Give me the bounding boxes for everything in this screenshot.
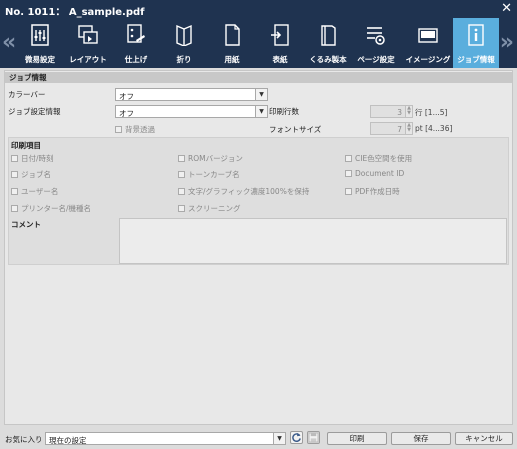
finishing-icon [127,24,145,43]
save-button[interactable]: 保存 [391,432,451,445]
tab-finishing[interactable]: 仕上げ [113,18,159,68]
tab-quick-settings[interactable]: 微易設定 [17,18,63,68]
print-item-checkbox[interactable]: プリンター名/機種名 [11,203,91,214]
bg-transparent-checkbox[interactable]: 背景透過 [115,124,155,135]
tab-fold[interactable]: 折り [161,18,207,68]
favorites-label: お気に入り [5,435,43,444]
chevron-down-icon: ▼ [273,433,285,444]
quick-settings-icon [31,24,49,46]
print-lines-stepper[interactable]: ▲ ▼ [405,105,413,118]
paper-icon [225,24,240,46]
tab-label: レイアウト [69,55,107,64]
fold-icon [176,24,192,46]
comment-label: コメント [11,220,41,229]
refresh-button[interactable] [290,431,303,444]
scroll-left-icon[interactable]: « [2,30,16,55]
save-favorite-button[interactable] [307,431,320,444]
comment-textarea[interactable] [119,218,507,264]
tab-label: 折り [176,55,192,64]
print-lines-label: 印刷行数 [269,107,299,116]
footer-bar: お気に入り 現在の設定 ▼ 印刷 保存 キャンセル [0,426,517,449]
perfect-binding-icon [321,25,336,46]
tab-label: くるみ製本 [309,55,347,64]
job-setting-info-label: ジョブ設定情報 [8,107,61,116]
cancel-button[interactable]: キャンセル [455,432,513,445]
print-item-checkbox[interactable]: ジョブ名 [11,169,51,180]
print-item-checkbox[interactable]: 文字/グラフィック濃度100%を保持 [178,186,309,197]
font-size-field[interactable]: 7 [370,122,406,135]
cover-icon [271,24,289,46]
refresh-icon [292,432,301,442]
chevron-down-icon: ▼ [255,106,267,117]
tab-job-info[interactable]: ジョブ情報 [453,18,499,68]
color-bar-value: オフ [119,92,134,101]
print-button[interactable]: 印刷 [327,432,387,445]
job-setting-info-value: オフ [119,109,134,118]
bg-transparent-label: 背景透過 [125,125,155,134]
print-item-checkbox[interactable]: PDF作成日時 [345,186,400,197]
scroll-right-icon[interactable]: » [500,30,514,55]
print-items-group: 印刷項目 日付/時刻 ROMバージョン CIE色空間を使用 ジョブ名 トーンカー… [8,137,509,265]
favorites-select[interactable]: 現在の設定 ▼ [45,432,286,445]
print-item-checkbox[interactable]: スクリーニング [178,203,241,214]
job-info-panel: ジョブ情報 カラーバー オフ ▼ ジョブ設定情報 オフ ▼ 印刷行数 3 ▲ ▼ … [4,70,513,425]
job-info-section-header: ジョブ情報 [5,72,512,83]
print-lines-unit: 行 [1...5] [415,108,448,117]
tab-imaging[interactable]: イメージング [405,18,451,68]
font-size-value: 7 [397,125,402,134]
favorites-value: 現在の設定 [49,436,87,445]
tab-label: ページ設定 [357,55,395,64]
print-lines-value: 3 [397,108,402,117]
tab-page-settings[interactable]: ページ設定 [353,18,399,68]
window-title: No. 1011： A_sample.pdf [5,7,145,18]
tab-cover[interactable]: 表紙 [257,18,303,68]
color-bar-label: カラーバー [8,90,46,99]
color-bar-select[interactable]: オフ ▼ [115,88,268,101]
tab-label: 仕上げ [124,55,148,64]
print-item-checkbox[interactable]: CIE色空間を使用 [345,153,412,164]
settings-toolbar: « 微易設定 レイアウト 仕上げ 折り 用紙 表紙 くるみ製本 ページ設定 イメ… [0,18,517,68]
print-lines-field[interactable]: 3 [370,105,406,118]
close-icon[interactable]: ✕ [501,1,512,16]
tab-paper[interactable]: 用紙 [209,18,255,68]
print-item-checkbox[interactable]: トーンカーブ名 [178,169,240,180]
font-size-unit: pt [4...36] [415,124,453,133]
print-item-checkbox[interactable]: 日付/時刻 [11,153,54,164]
print-item-checkbox[interactable]: ユーザー名 [11,186,58,197]
job-info-icon [468,24,484,46]
tab-label: 用紙 [224,55,240,64]
chevron-down-icon: ▼ [255,89,267,100]
tab-label: 表紙 [272,55,288,64]
print-item-checkbox[interactable]: ROMバージョン [178,153,243,164]
print-items-header: 印刷項目 [11,141,41,150]
title-bar: No. 1011： A_sample.pdf ✕ [0,0,517,18]
disk-icon [308,432,319,443]
print-item-checkbox[interactable]: Document ID [345,169,404,178]
tab-label: イメージング [405,55,451,64]
font-size-stepper[interactable]: ▲ ▼ [405,122,413,135]
imaging-icon [418,28,438,43]
comment-row: コメント [9,216,508,264]
tab-label: 微易設定 [25,55,55,64]
layout-icon [78,25,98,44]
tab-layout[interactable]: レイアウト [65,18,111,68]
tab-perfect-binding[interactable]: くるみ製本 [305,18,351,68]
job-setting-info-select[interactable]: オフ ▼ [115,105,268,118]
tab-label: ジョブ情報 [457,55,495,64]
page-settings-icon [367,27,385,45]
font-size-label: フォントサイズ [269,125,322,134]
